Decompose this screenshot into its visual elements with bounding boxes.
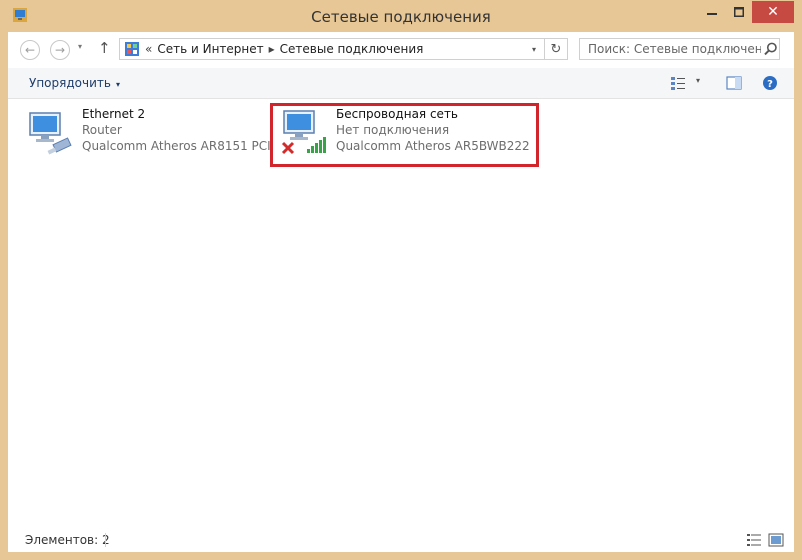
address-bar-controls: ▾ ↻ — [524, 39, 567, 59]
address-bar[interactable]: « Сеть и Интернет ▸ Сетевые подключения … — [119, 38, 568, 60]
control-panel-icon — [125, 42, 139, 56]
navigation-bar: ← → ▾ ↑ « Сеть и Интернет ▸ Сетевые подк… — [8, 32, 794, 68]
maximize-icon — [734, 7, 744, 17]
search-icon[interactable] — [763, 41, 779, 57]
connections-view: Ethernet 2 Router Qualcomm Atheros AR815… — [8, 99, 794, 531]
command-bar: Упорядочить ▾ ▾ ? — [8, 68, 794, 99]
arrow-right-icon: → — [54, 43, 66, 57]
help-icon[interactable]: ? — [762, 75, 778, 91]
recent-locations-dropdown[interactable]: ▾ — [78, 42, 82, 51]
close-button[interactable]: ✕ — [752, 1, 794, 23]
details-view-icon[interactable] — [746, 533, 762, 547]
title-bar[interactable]: Сетевые подключения ✕ — [0, 0, 802, 32]
large-icons-view-icon[interactable] — [768, 533, 784, 547]
search-box[interactable] — [579, 38, 780, 60]
breadcrumb-network-internet[interactable]: Сеть и Интернет — [157, 42, 263, 56]
window-title: Сетевые подключения — [311, 8, 491, 26]
organize-label: Упорядочить — [29, 76, 111, 90]
breadcrumb-separator-icon[interactable]: ▸ — [269, 42, 275, 56]
item-count: Элементов: 2 — [25, 533, 110, 547]
explorer-frame: ← → ▾ ↑ « Сеть и Интернет ▸ Сетевые подк… — [8, 32, 794, 552]
close-icon: ✕ — [767, 4, 779, 20]
breadcrumb-network-connections[interactable]: Сетевые подключения — [280, 42, 424, 56]
back-button[interactable]: ← — [20, 40, 40, 60]
organize-menu-button[interactable]: Упорядочить ▾ — [29, 76, 120, 90]
arrow-left-icon: ← — [24, 43, 36, 57]
ethernet-adapter-icon — [29, 112, 72, 155]
address-history-dropdown[interactable]: ▾ — [524, 45, 544, 54]
highlight-box — [270, 103, 539, 167]
minimize-icon — [707, 13, 717, 15]
connection-status: Router — [82, 123, 122, 137]
status-bar: Элементов: 2 — [8, 531, 794, 552]
refresh-button[interactable]: ↻ — [544, 39, 567, 59]
up-button[interactable]: ↑ — [98, 39, 111, 57]
view-options-dropdown[interactable]: ▾ — [696, 76, 700, 85]
chevron-down-icon: ▾ — [115, 80, 120, 89]
svg-text:?: ? — [767, 79, 773, 90]
breadcrumb-overflow[interactable]: « — [145, 42, 152, 56]
status-divider — [105, 533, 106, 547]
maximize-button[interactable] — [726, 1, 752, 23]
preview-pane-icon[interactable] — [726, 75, 742, 91]
list-item-ethernet[interactable]: Ethernet 2 Router Qualcomm Atheros AR815… — [26, 105, 270, 163]
forward-button[interactable]: → — [50, 40, 70, 60]
connection-name: Ethernet 2 — [82, 107, 146, 121]
refresh-icon: ↻ — [550, 41, 562, 57]
explorer-window: Сетевые подключения ✕ ← → ▾ ↑ « Сеть и И… — [0, 0, 802, 560]
minimize-button[interactable] — [698, 1, 726, 23]
connection-device: Qualcomm Atheros AR8151 PCI-E... — [82, 139, 270, 153]
search-input[interactable] — [580, 41, 764, 57]
change-view-icon[interactable] — [670, 75, 686, 91]
